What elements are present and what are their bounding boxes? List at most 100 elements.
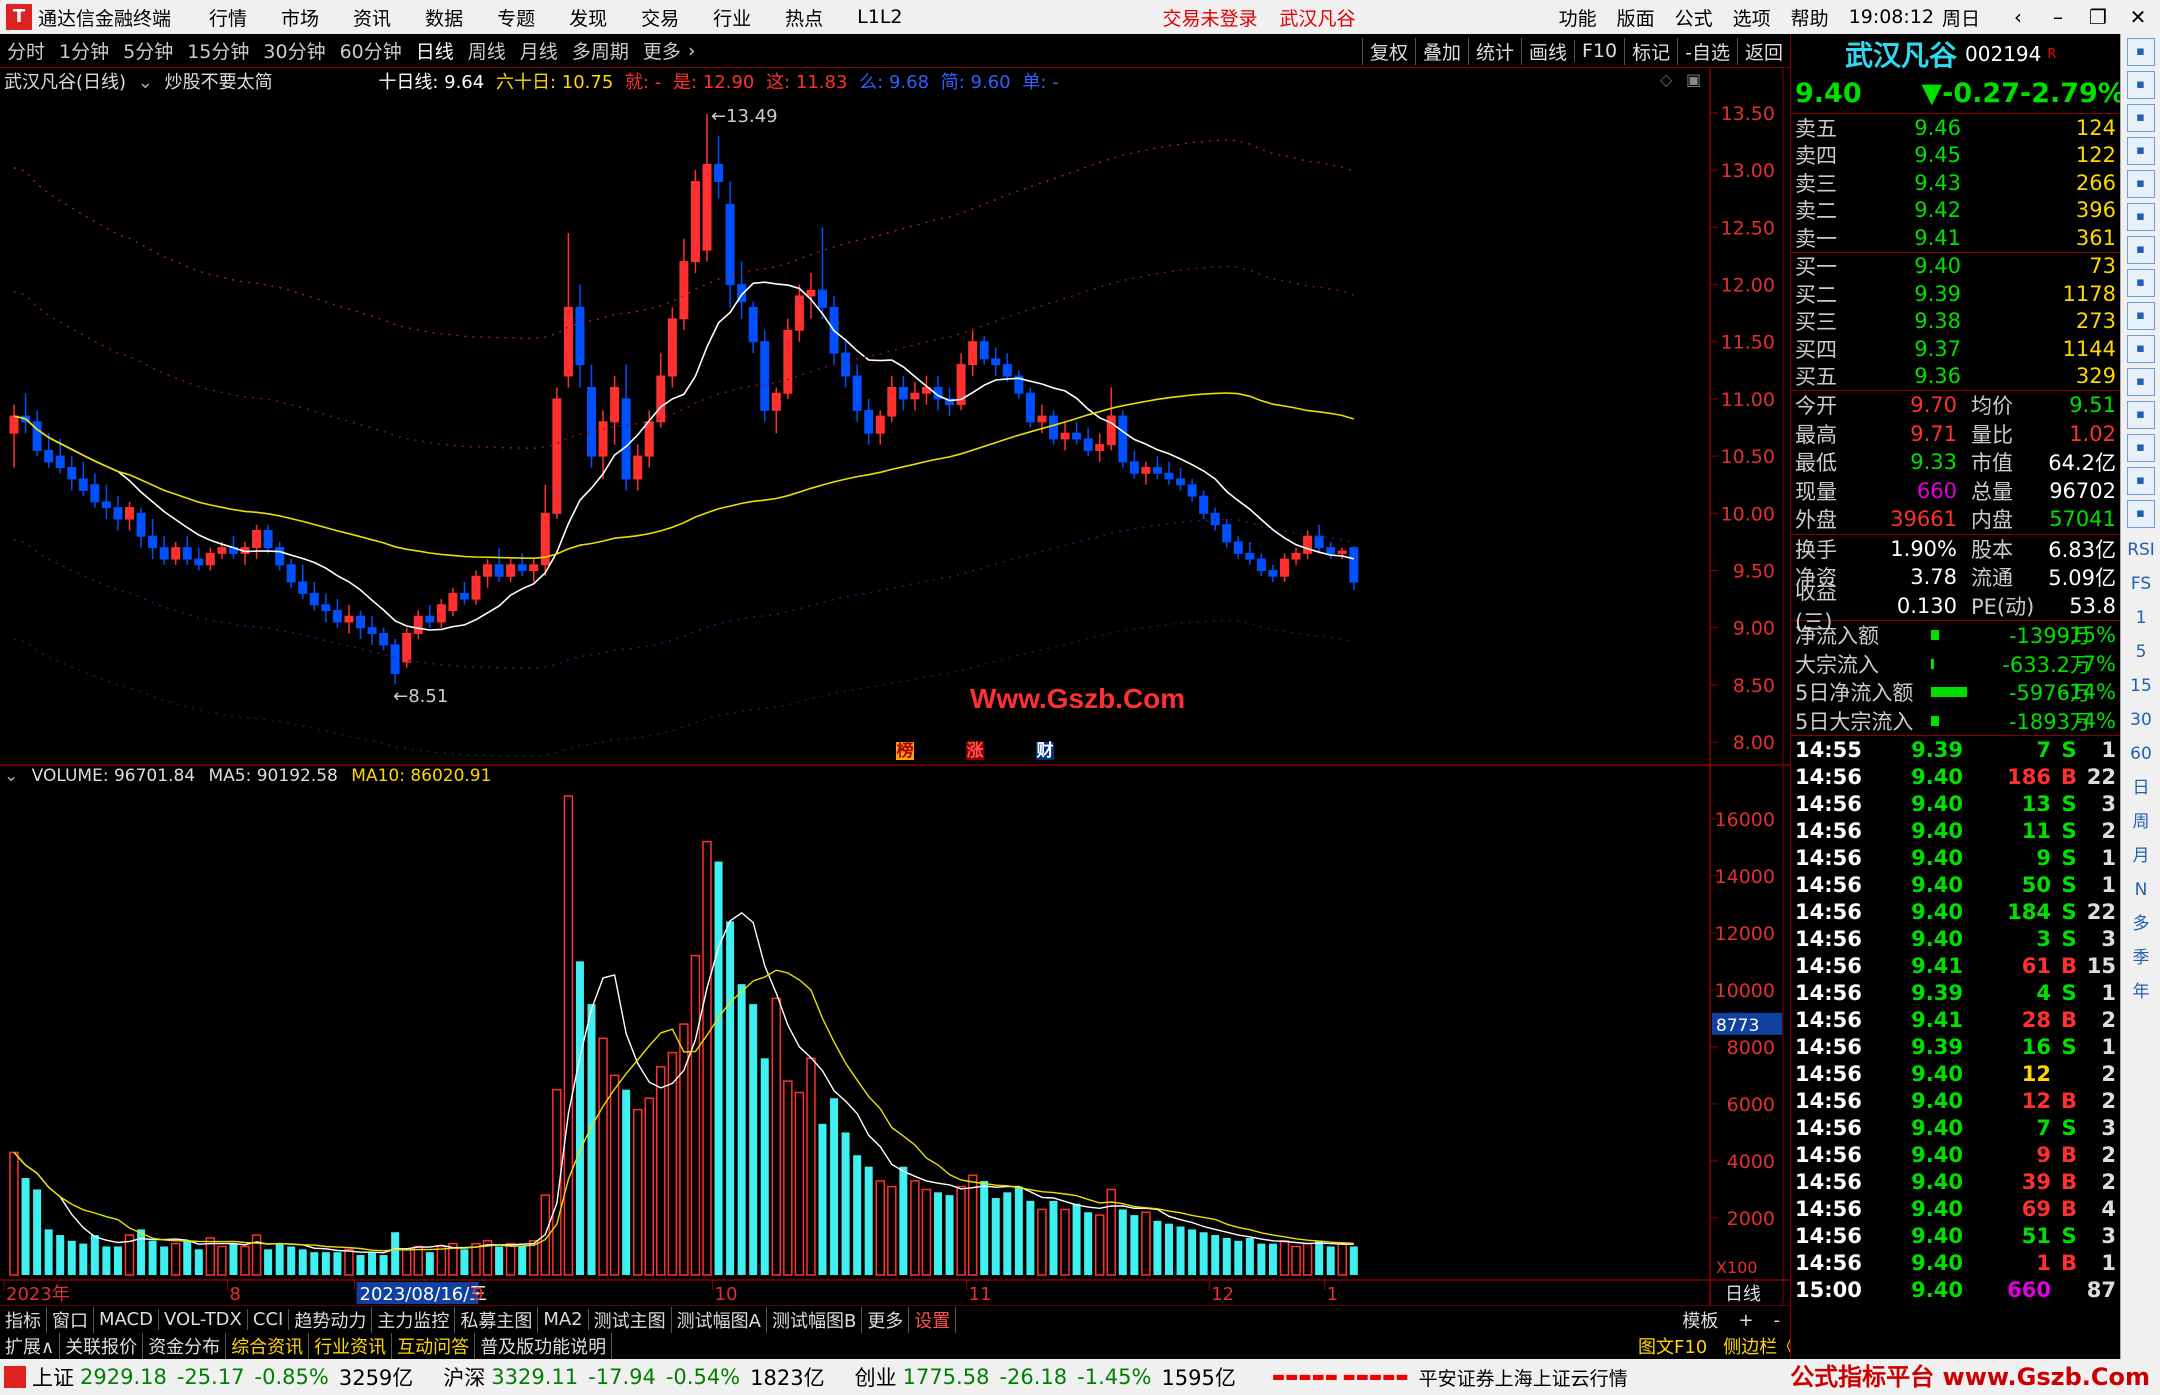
menu-item-zixun[interactable]: 资讯 — [353, 4, 391, 31]
tab-ceshi-futu-a[interactable]: 测试幅图A — [672, 1306, 767, 1333]
period-tab-60min[interactable]: 60分钟 — [333, 37, 409, 64]
tab-more[interactable]: 更多 — [862, 1306, 910, 1333]
period-tab-30min[interactable]: 30分钟 — [256, 37, 332, 64]
kline-chart[interactable]: 13.50 13.00 12.50 12.00 11.50 11.00 10.50 10.00… — [0, 68, 1790, 1305]
menu-item-shichang[interactable]: 市场 — [281, 4, 319, 31]
fund-flow-row[interactable]: 5日大宗流入 -1893万 -4% — [1791, 707, 2120, 736]
dashboard-icon[interactable]: ▪ — [2126, 368, 2155, 396]
ext-f10-button[interactable]: 图文F10 — [1630, 1333, 1715, 1359]
side-tool-1[interactable]: FS — [2121, 567, 2160, 601]
side-tool-10[interactable]: N — [2121, 873, 2160, 907]
chevron-right-icon[interactable]: › — [688, 40, 696, 62]
menu-item-banmian[interactable]: 版面 — [1617, 4, 1655, 31]
tab-zhibiao[interactable]: 指标 — [0, 1306, 47, 1333]
menu-item-hangye[interactable]: 行业 — [713, 4, 751, 31]
tool-diejia[interactable]: 叠加 — [1414, 37, 1468, 65]
ext-zonghe[interactable]: 综合资讯 — [226, 1333, 310, 1359]
side-tool-8[interactable]: 周 — [2121, 805, 2160, 839]
side-tool-7[interactable]: 日 — [2121, 771, 2160, 805]
volume-dropdown-icon[interactable]: ⌄ — [4, 766, 18, 786]
tab-ceshi-futu-b[interactable]: 测试幅图B — [767, 1306, 863, 1333]
tool-zixuan[interactable]: -自选 — [1677, 37, 1737, 65]
tab-cci[interactable]: CCI — [248, 1309, 290, 1330]
badge-bang[interactable]: 榜 — [896, 742, 914, 760]
menu-item-gongneng[interactable]: 功能 — [1559, 4, 1597, 31]
side-tool-9[interactable]: 月 — [2121, 839, 2160, 873]
period-tab-fenshi[interactable]: 分时 — [0, 37, 52, 64]
menu-item-zhuanti[interactable]: 专题 — [497, 4, 535, 31]
index-chuangye[interactable]: 创业 1775.58 -26.18 -1.45% 1595亿 — [855, 1362, 1252, 1392]
tool-biaoji[interactable]: 标记 — [1624, 37, 1677, 65]
fund-flow-row[interactable]: 净流入额 -1399万 -15% — [1791, 621, 2120, 650]
formula-dropdown-icon[interactable]: ⌄ — [138, 72, 153, 93]
tab-simu[interactable]: 私募主图 — [455, 1306, 539, 1333]
restore-icon[interactable]: ❐ — [2080, 5, 2116, 29]
grid-icon[interactable]: ▪ — [2126, 203, 2155, 231]
side-tool-12[interactable]: 季 — [2121, 941, 2160, 975]
period-tab-15min[interactable]: 15分钟 — [180, 37, 256, 64]
side-tool-2[interactable]: 1 — [2121, 601, 2160, 635]
side-tool-4[interactable]: 15 — [2121, 669, 2160, 703]
side-tool-6[interactable]: 60 — [2121, 737, 2160, 771]
period-tab-monthly[interactable]: 月线 — [513, 37, 565, 64]
menu-item-bangzhu[interactable]: 帮助 — [1791, 4, 1829, 31]
menu-item-l1l2[interactable]: L1L2 — [857, 6, 902, 28]
tool-tongji[interactable]: 统计 — [1467, 37, 1521, 65]
template-button[interactable]: 模板 — [1672, 1307, 1728, 1333]
f-icon[interactable]: ▪ — [2126, 401, 2155, 429]
ext-hudong[interactable]: 互动问答 — [392, 1333, 476, 1359]
down-arrow-icon[interactable]: ▪ — [2126, 104, 2155, 132]
ext-hangye[interactable]: 行业资讯 — [309, 1333, 393, 1359]
badge-zhang[interactable]: 涨 — [966, 742, 984, 760]
period-tab-5min[interactable]: 5分钟 — [116, 37, 180, 64]
tool-fanhui[interactable]: 返回 — [1736, 37, 1790, 65]
tool-f10[interactable]: F10 — [1574, 40, 1624, 62]
back-icon[interactable]: ‹ — [2000, 5, 2036, 29]
menu-item-shuju[interactable]: 数据 — [425, 4, 463, 31]
index-shanghai[interactable]: 上证 2929.18 -25.17 -0.85% 3259亿 — [32, 1362, 429, 1392]
side-tool-11[interactable]: 多 — [2121, 907, 2160, 941]
tab-zhuli[interactable]: 主力监控 — [372, 1306, 456, 1333]
up-arrow-icon[interactable]: ▪ — [2126, 71, 2155, 99]
ext-shuoming[interactable]: 普及版功能说明 — [475, 1333, 613, 1359]
tab-vol-tdx[interactable]: VOL-TDX — [159, 1309, 248, 1330]
menu-item-redian[interactable]: 热点 — [785, 4, 823, 31]
ext-guanlian[interactable]: 关联报价 — [60, 1333, 144, 1359]
macd-icon[interactable]: ▪ — [2126, 500, 2155, 528]
tool-fuquan[interactable]: 复权 — [1361, 37, 1415, 65]
f10-icon[interactable]: ▪ — [2126, 335, 2155, 363]
side-tool-13[interactable]: 年 — [2121, 975, 2160, 1009]
tab-qushi[interactable]: 趋势动力 — [289, 1306, 373, 1333]
f2-icon[interactable]: ▪ — [2126, 434, 2155, 462]
remove-indicator-button[interactable]: - — [1764, 1310, 1791, 1331]
badge-cai[interactable]: 财 — [1036, 742, 1054, 760]
tab-ma2[interactable]: MA2 — [538, 1309, 589, 1330]
period-tab-more[interactable]: 更多 — [636, 37, 688, 64]
book-icon[interactable]: ▪ — [2126, 302, 2155, 330]
period-tab-daily[interactable]: 日线 — [409, 37, 461, 64]
period-tab-1min[interactable]: 1分钟 — [52, 37, 116, 64]
minimize-icon[interactable]: – — [2040, 5, 2076, 29]
login-status[interactable]: 交易未登录 — [1163, 4, 1258, 31]
tool-huaxian[interactable]: 画线 — [1520, 37, 1574, 65]
clock-icon[interactable]: ▪ — [2126, 467, 2155, 495]
add-indicator-button[interactable]: + — [1728, 1310, 1763, 1331]
list-icon[interactable]: ▪ — [2126, 170, 2155, 198]
news-ticker[interactable]: 平安证券上海上证云行情 — [1419, 1364, 1628, 1391]
tab-chuangkou[interactable]: 窗口 — [47, 1306, 94, 1333]
period-tab-multi[interactable]: 多周期 — [565, 37, 636, 64]
side-tool-5[interactable]: 30 — [2121, 703, 2160, 737]
menu-item-jiaoyi[interactable]: 交易 — [641, 4, 679, 31]
menu-item-gongshi[interactable]: 公式 — [1675, 4, 1713, 31]
table-icon[interactable]: ▪ — [2126, 137, 2155, 165]
side-tool-0[interactable]: RSI — [2121, 533, 2160, 567]
chart-icon[interactable]: ▪ — [2126, 236, 2155, 264]
ext-zijin[interactable]: 资金分布 — [143, 1333, 227, 1359]
ext-toggle[interactable]: 扩展∧ — [0, 1333, 61, 1359]
tab-ceshi-zhutu[interactable]: 测试主图 — [589, 1306, 672, 1333]
close-icon[interactable]: ✕ — [2120, 5, 2156, 29]
chart-formula-name[interactable]: 炒股不要太简 — [165, 72, 273, 93]
fund-flow-row[interactable]: 5日净流入额 -5976万 -14% — [1791, 678, 2120, 707]
tab-settings[interactable]: 设置 — [909, 1306, 957, 1333]
fund-flow-row[interactable]: 大宗流入 -633.2万 -7% — [1791, 650, 2120, 679]
